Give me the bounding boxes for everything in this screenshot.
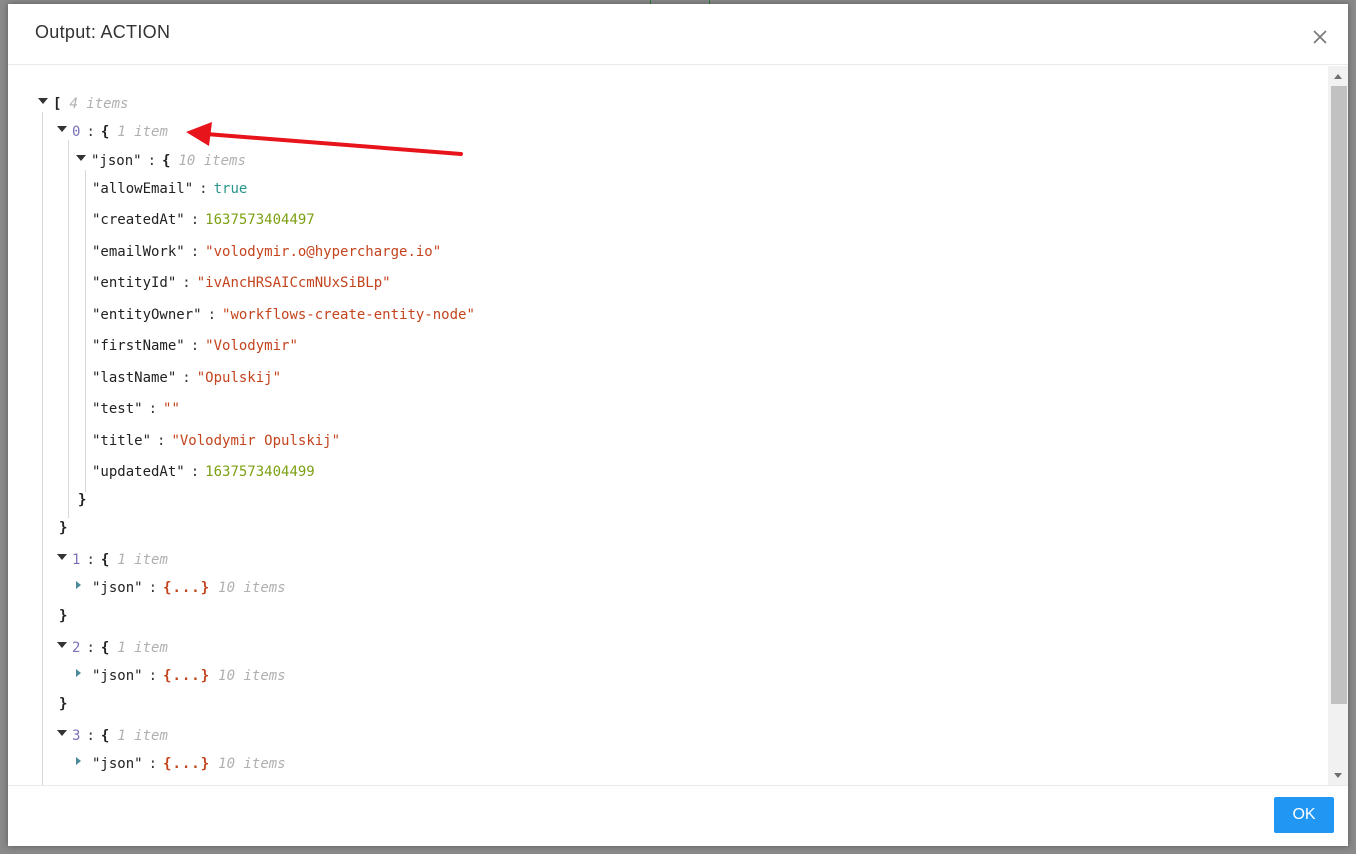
collapse-arrow-icon[interactable] xyxy=(38,98,48,104)
json-tree-viewer: [4 items 0:{1 item "json":{10 items "all… xyxy=(8,66,1328,786)
json-field-row: "lastName": "Opulskij" xyxy=(92,370,282,386)
collapse-arrow-icon[interactable] xyxy=(57,642,67,648)
modal-title: Output: ACTION xyxy=(35,22,171,42)
json-field-row: "firstName": "Volodymir" xyxy=(92,338,298,354)
json-field-row: "updatedAt":1637573404499 xyxy=(92,464,315,480)
tree-guide-line xyxy=(68,140,69,518)
modal-header: Output: ACTION xyxy=(8,4,1348,65)
tree-guide-line xyxy=(85,170,86,492)
ok-button[interactable]: OK xyxy=(1274,797,1334,833)
json-field-row: "emailWork": "volodymir.o@hypercharge.io" xyxy=(92,244,442,260)
output-modal: Output: ACTION [4 items 0:{1 item "json"… xyxy=(8,4,1348,846)
modal-footer: OK xyxy=(8,785,1348,846)
tree-item-0-row[interactable]: 0:{1 item xyxy=(57,122,168,142)
collapse-arrow-icon[interactable] xyxy=(57,730,67,736)
tree-item-1-row[interactable]: 1:{1 item xyxy=(57,550,168,570)
scroll-down-icon[interactable] xyxy=(1334,773,1342,778)
json-field-row: "createdAt":1637573404497 xyxy=(92,212,315,228)
expand-arrow-icon[interactable] xyxy=(76,757,81,765)
tree-guide-line xyxy=(42,112,43,786)
item-close-brace: } xyxy=(59,520,68,536)
json-field-row: "title": "Volodymir Opulskij" xyxy=(92,433,341,449)
expand-arrow-icon[interactable] xyxy=(76,581,81,589)
tree-item-2-row[interactable]: 2:{1 item xyxy=(57,638,168,658)
tree-root-row[interactable]: [4 items xyxy=(38,94,128,114)
item-close-brace: } xyxy=(59,696,68,712)
scrollbar-thumb[interactable] xyxy=(1331,86,1347,704)
json-field-row: "allowEmail": true xyxy=(92,181,248,197)
json-field-row: "test": "" xyxy=(92,401,180,417)
expand-arrow-icon[interactable] xyxy=(76,669,81,677)
item-close-brace: } xyxy=(59,608,68,624)
tree-item-3-row[interactable]: 3:{1 item xyxy=(57,726,168,746)
tree-item-3-json-row[interactable]: "json": {...} 10 items xyxy=(76,754,286,774)
json-field-row: "entityId": "ivAncHRSAICcmNUxSiBLp" xyxy=(92,275,391,291)
tree-item-0-json-row[interactable]: "json":{10 items xyxy=(76,151,246,171)
collapse-arrow-icon[interactable] xyxy=(57,554,67,560)
close-icon[interactable] xyxy=(1308,25,1332,49)
tree-item-1-json-row[interactable]: "json": {...} 10 items xyxy=(76,578,286,598)
modal-body: [4 items 0:{1 item "json":{10 items "all… xyxy=(8,66,1348,786)
collapse-arrow-icon[interactable] xyxy=(76,155,86,161)
scroll-up-icon[interactable] xyxy=(1334,74,1342,79)
tree-item-2-json-row[interactable]: "json": {...} 10 items xyxy=(76,666,286,686)
collapse-arrow-icon[interactable] xyxy=(57,126,67,132)
vertical-scrollbar[interactable] xyxy=(1328,66,1348,786)
json-close-brace: } xyxy=(78,492,87,508)
json-field-row: "entityOwner": "workflows-create-entity-n… xyxy=(92,307,475,323)
